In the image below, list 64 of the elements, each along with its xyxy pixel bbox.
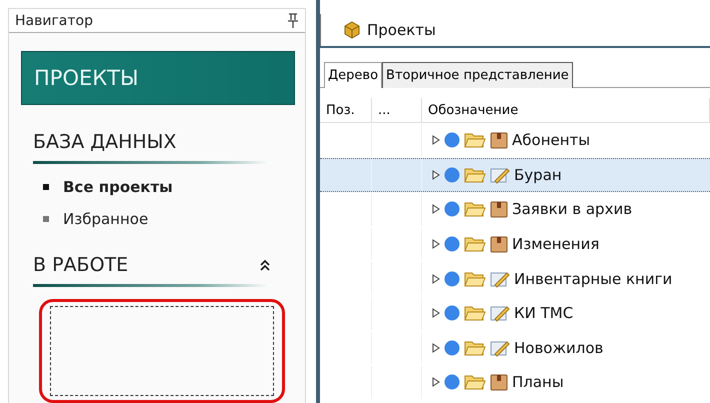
pencil-document-icon <box>490 270 510 288</box>
pencil-document-icon <box>490 166 510 184</box>
cube-icon <box>343 21 361 39</box>
pencil-document-icon <box>490 338 510 357</box>
tree-row[interactable]: Буран <box>320 158 710 192</box>
project-name: Буран <box>514 166 562 184</box>
expand-icon[interactable] <box>432 342 440 353</box>
pin-icon[interactable] <box>287 12 299 28</box>
tree-row[interactable]: Абоненты <box>320 123 710 158</box>
project-name: Инвентарные книги <box>514 270 672 288</box>
view-tab[interactable]: Вторичное представление <box>382 62 573 88</box>
expand-icon[interactable] <box>432 274 440 284</box>
expand-icon[interactable] <box>432 135 440 146</box>
folder-icon <box>464 340 486 356</box>
folder-icon <box>464 132 486 148</box>
package-icon <box>490 373 508 392</box>
nav-link[interactable]: Избранное <box>63 210 148 228</box>
project-name: Планы <box>512 373 564 392</box>
folder-icon <box>464 201 486 218</box>
tree-row[interactable]: Новожилов <box>320 330 710 366</box>
folder-icon <box>464 374 486 390</box>
folder-icon <box>464 270 486 287</box>
expand-icon[interactable] <box>432 204 440 214</box>
view-tab[interactable]: Дерево <box>324 62 382 88</box>
project-name: Изменения <box>512 235 600 254</box>
project-name: Новожилов <box>514 338 604 357</box>
section-title: БАЗА ДАННЫХ <box>33 131 176 153</box>
package-icon <box>490 131 508 150</box>
panel-title: Навигатор <box>15 12 93 28</box>
circle-icon <box>444 340 460 356</box>
circle-icon <box>444 236 460 252</box>
column-header[interactable]: Обозначение <box>422 98 710 122</box>
expand-icon[interactable] <box>432 308 440 318</box>
tree-row[interactable]: Изменения <box>320 226 710 262</box>
package-icon <box>490 235 508 254</box>
project-name: Заявки в архив <box>512 200 632 218</box>
circle-icon <box>444 305 460 322</box>
expand-icon[interactable] <box>432 239 440 250</box>
circle-icon <box>444 201 460 218</box>
collapse-icon[interactable] <box>259 259 271 271</box>
column-header[interactable]: Поз. <box>320 98 372 122</box>
folder-icon <box>464 166 486 183</box>
projects-banner[interactable]: ПРОЕКТЫ <box>21 51 295 105</box>
tree-row[interactable]: КИ ТМС <box>320 296 710 331</box>
folder-icon <box>464 236 486 252</box>
project-name: Абоненты <box>512 131 590 150</box>
section-title: В РАБОТЕ <box>33 254 128 276</box>
column-header[interactable]: ... <box>372 98 422 122</box>
bullet-icon <box>43 216 49 222</box>
tree-row[interactable]: Планы <box>320 365 710 400</box>
tree-row[interactable]: Заявки в архив <box>320 192 710 227</box>
bullet-icon <box>43 184 49 190</box>
pencil-document-icon <box>490 304 510 322</box>
circle-icon <box>444 132 460 148</box>
expand-icon[interactable] <box>432 377 440 388</box>
project-name: КИ ТМС <box>514 304 574 322</box>
package-icon <box>490 200 508 218</box>
circle-icon <box>444 270 460 287</box>
expand-icon[interactable] <box>432 170 440 180</box>
circle-icon <box>444 166 460 183</box>
circle-icon <box>444 374 460 390</box>
tree-row[interactable]: Инвентарные книги <box>320 261 710 296</box>
folder-icon <box>464 305 486 322</box>
nav-link[interactable]: Все проекты <box>63 178 173 196</box>
